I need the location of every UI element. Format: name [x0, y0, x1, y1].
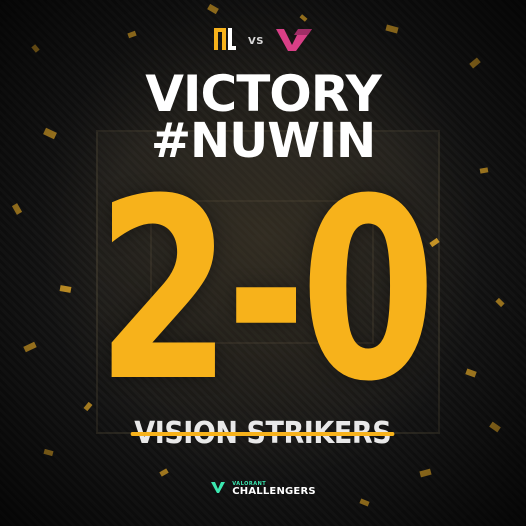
match-score: 2-0 — [96, 145, 436, 436]
confetti-piece — [11, 203, 23, 215]
footer-text: VALORANT CHALLENGERS — [232, 481, 316, 497]
vs-label: VS — [248, 35, 264, 47]
strikethrough-line — [130, 432, 396, 436]
valorant-challengers-logo-icon — [210, 479, 226, 499]
confetti-piece — [299, 14, 308, 22]
confetti-piece — [207, 3, 219, 15]
confetti-piece — [495, 297, 505, 308]
vs-logo-icon — [274, 25, 314, 57]
footer-brand: VALORANT CHALLENGERS — [0, 474, 526, 504]
opponent-name-wrapper: VISION STRIKERS — [130, 414, 396, 454]
matchup-bar: VS — [0, 22, 526, 60]
confetti-piece — [23, 341, 37, 353]
victory-poster: VS VICTORY #NUWIN 2-0 VISION STRIKERS VA… — [0, 0, 526, 526]
footer-big-text: CHALLENGERS — [232, 485, 316, 497]
nu-logo-icon — [212, 24, 238, 58]
opponent-block: VISION STRIKERS — [0, 414, 526, 454]
confetti-piece — [479, 167, 489, 174]
